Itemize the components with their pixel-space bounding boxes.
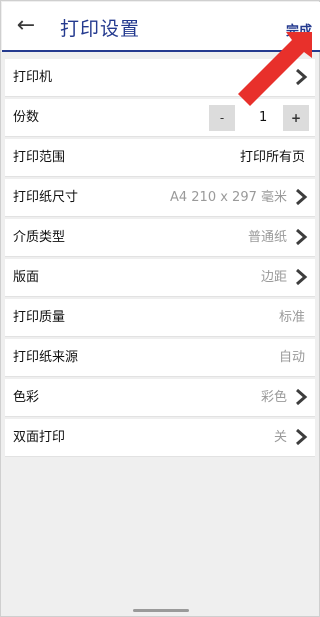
back-arrow-icon[interactable]: ← <box>12 12 40 40</box>
chevron-right-icon <box>296 388 308 406</box>
setting-row-color[interactable]: 色彩 彩色 <box>5 379 315 417</box>
setting-label: 打印质量 <box>13 310 66 325</box>
setting-label: 色彩 <box>13 390 40 405</box>
setting-label: 版面 <box>13 270 40 285</box>
chevron-right-icon <box>296 268 308 286</box>
setting-value: 普通纸 <box>247 230 287 245</box>
setting-row-paper-source[interactable]: 打印纸来源 自动 <box>5 339 315 377</box>
setting-row-layout[interactable]: 版面 边距 <box>5 259 315 297</box>
setting-value: 边距 <box>260 270 287 285</box>
setting-label: 打印纸尺寸 <box>13 190 79 205</box>
setting-label: 打印机 <box>13 70 53 85</box>
chevron-right-icon <box>296 428 308 446</box>
setting-row-duplex[interactable]: 双面打印 关 <box>5 419 315 457</box>
setting-value: 彩色 <box>260 390 287 405</box>
page-title: 打印设置 <box>60 18 141 40</box>
setting-row-print-range[interactable]: 打印范围 打印所有页 <box>5 139 315 177</box>
setting-value: A4 210 x 297 毫米 <box>169 190 287 205</box>
settings-list: 打印机 份数 - 1 + 打印范围 打印所有页 打印纸尺寸 A4 210 x 2… <box>5 59 315 459</box>
home-indicator <box>133 609 189 612</box>
setting-label: 份数 <box>13 110 40 125</box>
setting-value: 关 <box>273 430 287 445</box>
setting-label: 介质类型 <box>13 230 66 245</box>
setting-row-paper-size[interactable]: 打印纸尺寸 A4 210 x 297 毫米 <box>5 179 315 217</box>
setting-value: 打印所有页 <box>239 150 305 165</box>
setting-row-media-type[interactable]: 介质类型 普通纸 <box>5 219 315 257</box>
red-arrow-pointer-icon <box>238 32 312 106</box>
setting-value: 标准 <box>278 310 305 325</box>
setting-label: 打印范围 <box>13 150 66 165</box>
setting-row-print-quality[interactable]: 打印质量 标准 <box>5 299 315 337</box>
chevron-right-icon <box>296 188 308 206</box>
setting-value: 自动 <box>278 350 305 365</box>
chevron-right-icon <box>296 228 308 246</box>
setting-label: 双面打印 <box>13 430 66 445</box>
setting-label: 打印纸来源 <box>13 350 79 365</box>
